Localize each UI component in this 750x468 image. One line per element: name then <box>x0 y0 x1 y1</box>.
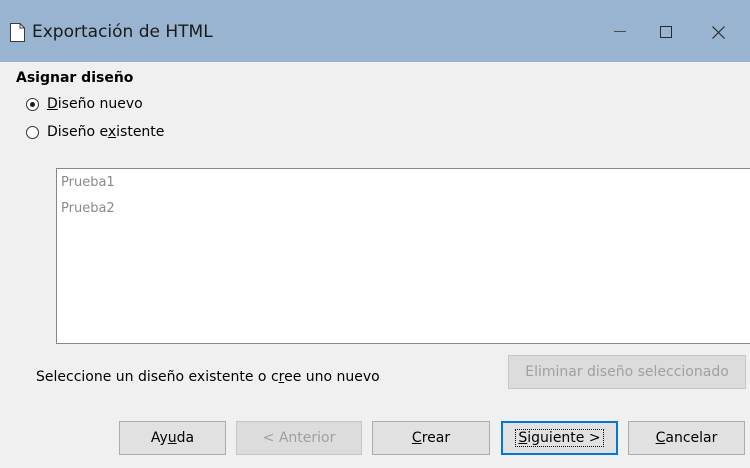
group-title: Asignar diseño <box>16 70 134 86</box>
existing-design-radio[interactable] <box>26 126 39 139</box>
document-icon <box>10 23 25 42</box>
label-pre: Diseño e <box>47 124 108 140</box>
mnemonic: x <box>107 124 117 140</box>
window-title: Exportación de HTML <box>32 22 213 42</box>
new-design-radio[interactable] <box>26 98 39 111</box>
minimize-icon <box>614 31 626 32</box>
maximize-button[interactable] <box>643 15 689 49</box>
maximize-icon <box>660 26 672 38</box>
hint-pre: Seleccione un diseño existente o c <box>36 369 279 385</box>
label-rest: ancelar <box>665 430 718 446</box>
label-rest: da <box>176 430 195 446</box>
label-pre: Ay <box>150 430 168 446</box>
label-rest: istente <box>116 124 165 140</box>
next-button[interactable]: Siguiente > <box>501 421 618 455</box>
designs-listbox[interactable]: Prueba1 Prueba2 <box>56 168 750 344</box>
previous-button[interactable]: < Anterior <box>236 421 362 455</box>
create-button[interactable]: Crear <box>372 421 490 455</box>
delete-selected-design-button[interactable]: Eliminar diseño seleccionado <box>508 355 746 389</box>
help-button[interactable]: Ay u da <box>119 421 226 455</box>
label-rest: rear <box>421 430 451 446</box>
mnemonic: u <box>167 430 177 446</box>
cancel-button[interactable]: Cancelar <box>628 421 745 455</box>
existing-design-label[interactable]: Diseño existente <box>47 124 164 140</box>
close-icon <box>711 25 725 39</box>
label-rest: iguiente > <box>527 430 601 446</box>
title-bar[interactable]: Exportación de HTML <box>0 0 750 62</box>
label-rest: iseño nuevo <box>57 96 143 112</box>
hint-text: Seleccione un diseño existente o cree un… <box>36 369 380 385</box>
radio-selected-dot <box>30 102 35 107</box>
mnemonic: C <box>411 430 422 446</box>
mnemonic: D <box>47 96 58 112</box>
mnemonic: S <box>518 430 528 446</box>
close-button[interactable] <box>695 15 741 49</box>
list-item[interactable]: Prueba1 <box>61 175 115 190</box>
hint-rest: ee uno nuevo <box>284 369 380 385</box>
mnemonic: C <box>655 430 666 446</box>
minimize-button[interactable] <box>597 15 643 49</box>
new-design-label[interactable]: Diseño nuevo <box>47 96 143 112</box>
list-item[interactable]: Prueba2 <box>61 201 115 216</box>
focus-indicator: Siguiente > <box>515 429 604 447</box>
